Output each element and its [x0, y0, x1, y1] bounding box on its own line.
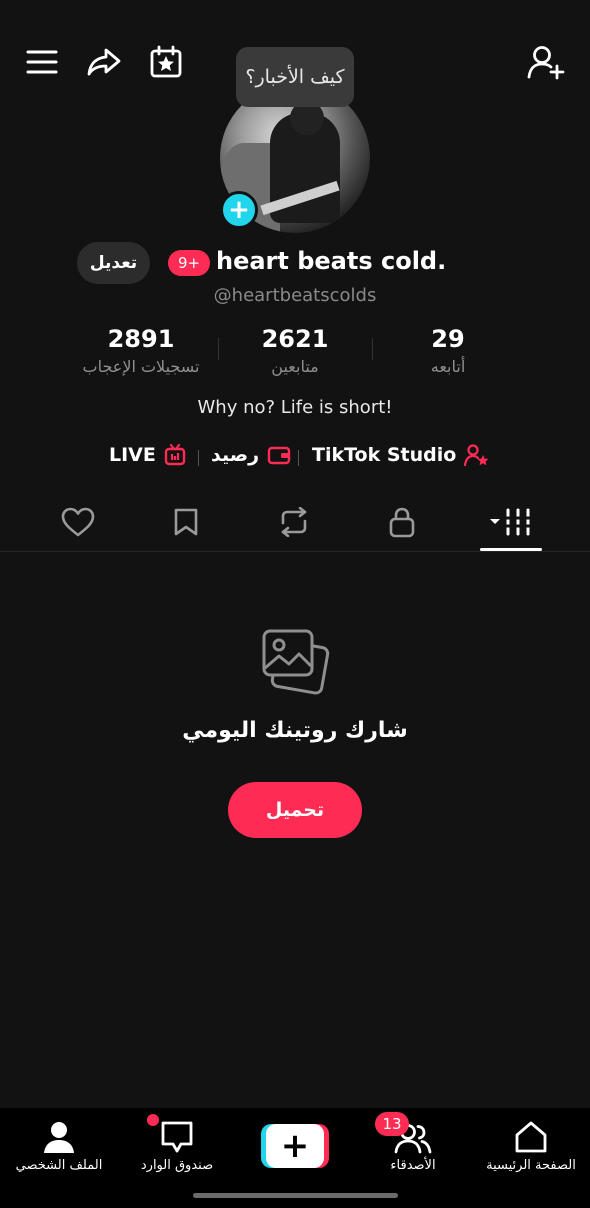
person-icon [42, 1120, 76, 1154]
stat-following-value: 29 [431, 325, 465, 353]
wallet-icon [267, 445, 291, 465]
status-bubble[interactable]: كيف الأخبار؟ [236, 47, 354, 107]
nav-profile-label: الملف الشخصي [15, 1158, 103, 1173]
upload-button[interactable]: تحميل [228, 782, 362, 838]
edit-profile-button[interactable]: تعديل [77, 242, 150, 284]
live-label: LIVE [109, 444, 156, 466]
nav-inbox[interactable]: صندوق الوارد [118, 1118, 236, 1188]
home-indicator [193, 1193, 398, 1198]
create-button[interactable]: + [261, 1124, 329, 1168]
heart-icon [61, 507, 95, 537]
tab-saved[interactable] [156, 502, 216, 542]
bookmark-icon [173, 507, 199, 537]
plus-icon: + [266, 1124, 324, 1168]
notification-badge[interactable]: 9+ [168, 250, 210, 276]
balance-label: رصيد [211, 444, 260, 466]
hamburger-menu-icon[interactable] [20, 40, 64, 84]
bio: Why no? Life is short! [197, 397, 393, 418]
grid-icon [486, 507, 534, 537]
add-person-icon[interactable] [524, 40, 568, 84]
nav-profile[interactable]: الملف الشخصي [0, 1118, 118, 1188]
home-icon [513, 1120, 549, 1154]
calendar-star-icon[interactable] [144, 40, 188, 84]
share-arrow-icon[interactable] [82, 40, 126, 84]
stat-followers-value: 2621 [261, 325, 329, 353]
stat-divider [218, 338, 219, 360]
tab-reposts[interactable] [264, 502, 324, 542]
tiktok-studio-label: TikTok Studio [312, 444, 457, 466]
link-separator [198, 450, 199, 466]
active-tab-indicator [480, 548, 542, 551]
lock-icon [388, 506, 416, 538]
content-tabs [0, 494, 590, 552]
friends-count-badge: 13 [375, 1112, 409, 1136]
link-separator [298, 450, 299, 466]
tv-icon [164, 444, 186, 466]
stat-following[interactable]: 29 أتابعه [408, 325, 488, 376]
stat-likes-label: تسجيلات الإعجاب [82, 357, 200, 376]
stat-likes-value: 2891 [107, 325, 175, 353]
profile-links: LIVE رصيد TikTok Studio [0, 444, 590, 472]
stat-likes[interactable]: 2891 تسجيلات الإعجاب [70, 325, 212, 376]
balance-link[interactable]: رصيد [211, 444, 291, 466]
tiktok-studio-link[interactable]: TikTok Studio [312, 444, 490, 466]
stat-divider [372, 338, 373, 360]
stat-followers-label: متابعين [271, 357, 319, 376]
inbox-unread-dot [147, 1114, 159, 1126]
add-story-button[interactable]: + [220, 191, 258, 229]
photos-icon [259, 628, 331, 696]
nav-home[interactable]: الصفحة الرئيسية [472, 1118, 590, 1188]
nav-friends[interactable]: الأصدقاء [354, 1118, 472, 1188]
stat-following-label: أتابعه [430, 357, 466, 376]
username: @heartbeatscolds [213, 285, 377, 306]
tab-private[interactable] [372, 502, 432, 542]
stat-followers[interactable]: 2621 متابعين [240, 325, 350, 376]
person-star-icon [464, 444, 490, 466]
live-link[interactable]: LIVE [109, 444, 186, 466]
tab-posts[interactable] [480, 502, 540, 542]
nav-friends-label: الأصدقاء [390, 1158, 436, 1173]
tab-liked[interactable] [48, 502, 108, 542]
nav-home-label: الصفحة الرئيسية [486, 1158, 576, 1173]
nav-inbox-label: صندوق الوارد [140, 1158, 214, 1173]
repost-icon [277, 507, 311, 537]
empty-state-title: شارك روتينك اليومي [182, 718, 408, 743]
display-name: heart beats cold. [216, 247, 447, 275]
chat-bubble-icon [159, 1120, 195, 1154]
